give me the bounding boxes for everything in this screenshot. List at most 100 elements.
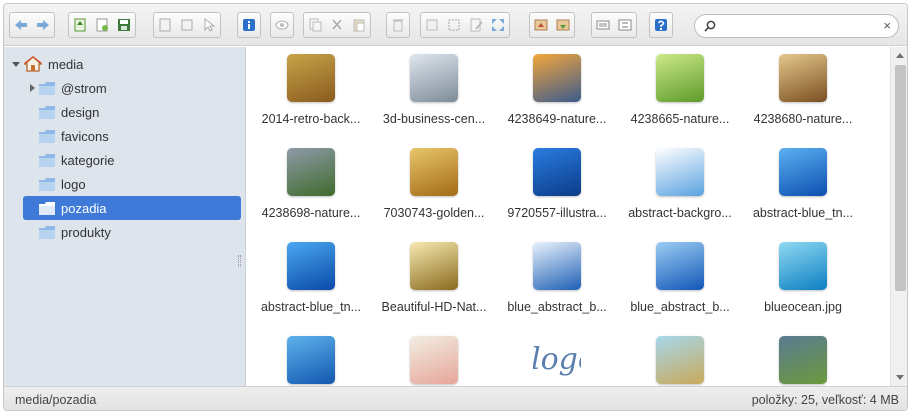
file-thumbnail[interactable]: [287, 242, 335, 290]
file-thumbnail[interactable]: [779, 336, 827, 384]
file-item[interactable]: blue_abstract_b...: [498, 238, 616, 328]
tree-item-kategorie[interactable]: kategorie: [23, 148, 241, 172]
copy-button[interactable]: [304, 13, 326, 37]
info-icon: [243, 19, 255, 31]
search-input[interactable]: [719, 17, 879, 35]
folder-tree: media @strom design favicons kategorie logo p…: [4, 47, 246, 386]
file-grid: 2014-retro-back... 3d-business-cen... 4238…: [247, 47, 890, 386]
file-item[interactable]: blueocean.jpg: [744, 238, 862, 328]
paste-button[interactable]: [348, 13, 370, 37]
expand-arrow-icon[interactable]: [28, 84, 36, 92]
open-button[interactable]: [154, 13, 176, 37]
archive-button[interactable]: [552, 13, 574, 37]
file-thumbnail[interactable]: [656, 336, 704, 384]
select-button[interactable]: [198, 13, 220, 37]
file-thumbnail[interactable]: [410, 54, 458, 102]
clear-search-icon[interactable]: ×: [883, 18, 891, 34]
download-button[interactable]: [176, 13, 198, 37]
forward-button[interactable]: [32, 13, 54, 37]
view-icons-icon: [596, 20, 610, 30]
duplicate-icon: [426, 19, 438, 31]
tree-item-favicons[interactable]: favicons: [23, 124, 241, 148]
save-icon: [118, 19, 130, 31]
duplicate-button[interactable]: [421, 13, 443, 37]
cut-button[interactable]: [326, 13, 348, 37]
file-item[interactable]: 4238698-nature...: [252, 144, 370, 234]
file-item[interactable]: 4238665-nature...: [621, 50, 739, 140]
expand-arrow-icon[interactable]: [12, 60, 20, 68]
rename-icon: [448, 19, 460, 31]
extract-button[interactable]: [530, 13, 552, 37]
file-item[interactable]: [621, 332, 739, 386]
file-name: 4238680-nature...: [753, 112, 853, 126]
file-item[interactable]: 3d-business-cen...: [375, 50, 493, 140]
upload-icon: [74, 18, 86, 32]
file-thumbnail[interactable]: [410, 336, 458, 384]
help-button[interactable]: [650, 13, 672, 37]
tree-item-design[interactable]: design: [23, 100, 241, 124]
sidebar-resize-handle[interactable]: [238, 255, 241, 267]
scroll-up-icon[interactable]: [896, 53, 904, 58]
file-thumbnail[interactable]: [656, 54, 704, 102]
sort-button[interactable]: [614, 13, 636, 37]
search-icon: [704, 20, 716, 32]
folder-info: položky: 25, veľkosť: 4 MB: [751, 393, 899, 407]
file-item[interactable]: Beautiful-HD-Nat...: [375, 238, 493, 328]
file-item[interactable]: blue_abstract_b...: [621, 238, 739, 328]
file-item[interactable]: 4238680-nature...: [744, 50, 862, 140]
file-thumbnail[interactable]: [656, 148, 704, 196]
file-thumbnail[interactable]: [779, 242, 827, 290]
upload-button[interactable]: [69, 13, 91, 37]
extract-icon: [534, 19, 548, 31]
search-box[interactable]: ×: [694, 14, 899, 38]
new-file-button[interactable]: [91, 13, 113, 37]
info-button[interactable]: [238, 13, 260, 37]
file-item[interactable]: [375, 332, 493, 386]
open-icon: [159, 18, 171, 32]
file-thumbnail[interactable]: [779, 148, 827, 196]
rename-button[interactable]: [443, 13, 465, 37]
tree-item-strom[interactable]: @strom: [23, 76, 241, 100]
back-button[interactable]: [10, 13, 32, 37]
file-item[interactable]: abstract-blue_tn...: [252, 238, 370, 328]
preview-button[interactable]: [271, 13, 293, 37]
view-buttons-icon[interactable]: [592, 13, 614, 37]
scrollbar-thumb[interactable]: [895, 65, 906, 291]
file-item[interactable]: 2014-retro-back...: [252, 50, 370, 140]
file-item[interactable]: 4238649-nature...: [498, 50, 616, 140]
file-thumbnail[interactable]: [410, 242, 458, 290]
tree-item-label: produkty: [61, 224, 111, 240]
save-button[interactable]: [113, 13, 135, 37]
file-thumbnail[interactable]: [533, 242, 581, 290]
file-thumbnail[interactable]: [533, 148, 581, 196]
file-item[interactable]: 7030743-golden...: [375, 144, 493, 234]
file-item[interactable]: logo: [498, 332, 616, 386]
file-thumbnail[interactable]: [287, 336, 335, 384]
file-thumbnail[interactable]: [779, 54, 827, 102]
resize-icon: [492, 19, 504, 31]
scroll-down-icon[interactable]: [896, 375, 904, 380]
file-thumbnail[interactable]: [533, 54, 581, 102]
delete-button[interactable]: [387, 13, 409, 37]
tree-item-produkty[interactable]: produkty: [23, 220, 241, 244]
file-item[interactable]: 9720557-illustra...: [498, 144, 616, 234]
tree-item-pozadia[interactable]: pozadia: [23, 196, 241, 220]
file-thumbnail[interactable]: [410, 148, 458, 196]
file-item[interactable]: [252, 332, 370, 386]
file-item[interactable]: abstract-backgro...: [621, 144, 739, 234]
file-item[interactable]: [744, 332, 862, 386]
tree-item-label: favicons: [61, 128, 109, 144]
file-thumbnail[interactable]: [287, 148, 335, 196]
vertical-scrollbar[interactable]: [890, 47, 907, 386]
edit-button[interactable]: [465, 13, 487, 37]
file-thumbnail[interactable]: [656, 242, 704, 290]
tree-root-media[interactable]: media: [12, 52, 232, 76]
file-thumbnail[interactable]: logo: [533, 336, 581, 384]
file-name: blue_abstract_b...: [507, 300, 607, 314]
tree-item-label: kategorie: [61, 152, 115, 168]
resize-button[interactable]: [487, 13, 509, 37]
file-thumbnail[interactable]: [287, 54, 335, 102]
file-item[interactable]: abstract-blue_tn...: [744, 144, 862, 234]
archive-icon: [556, 19, 570, 31]
tree-item-logo[interactable]: logo: [23, 172, 241, 196]
